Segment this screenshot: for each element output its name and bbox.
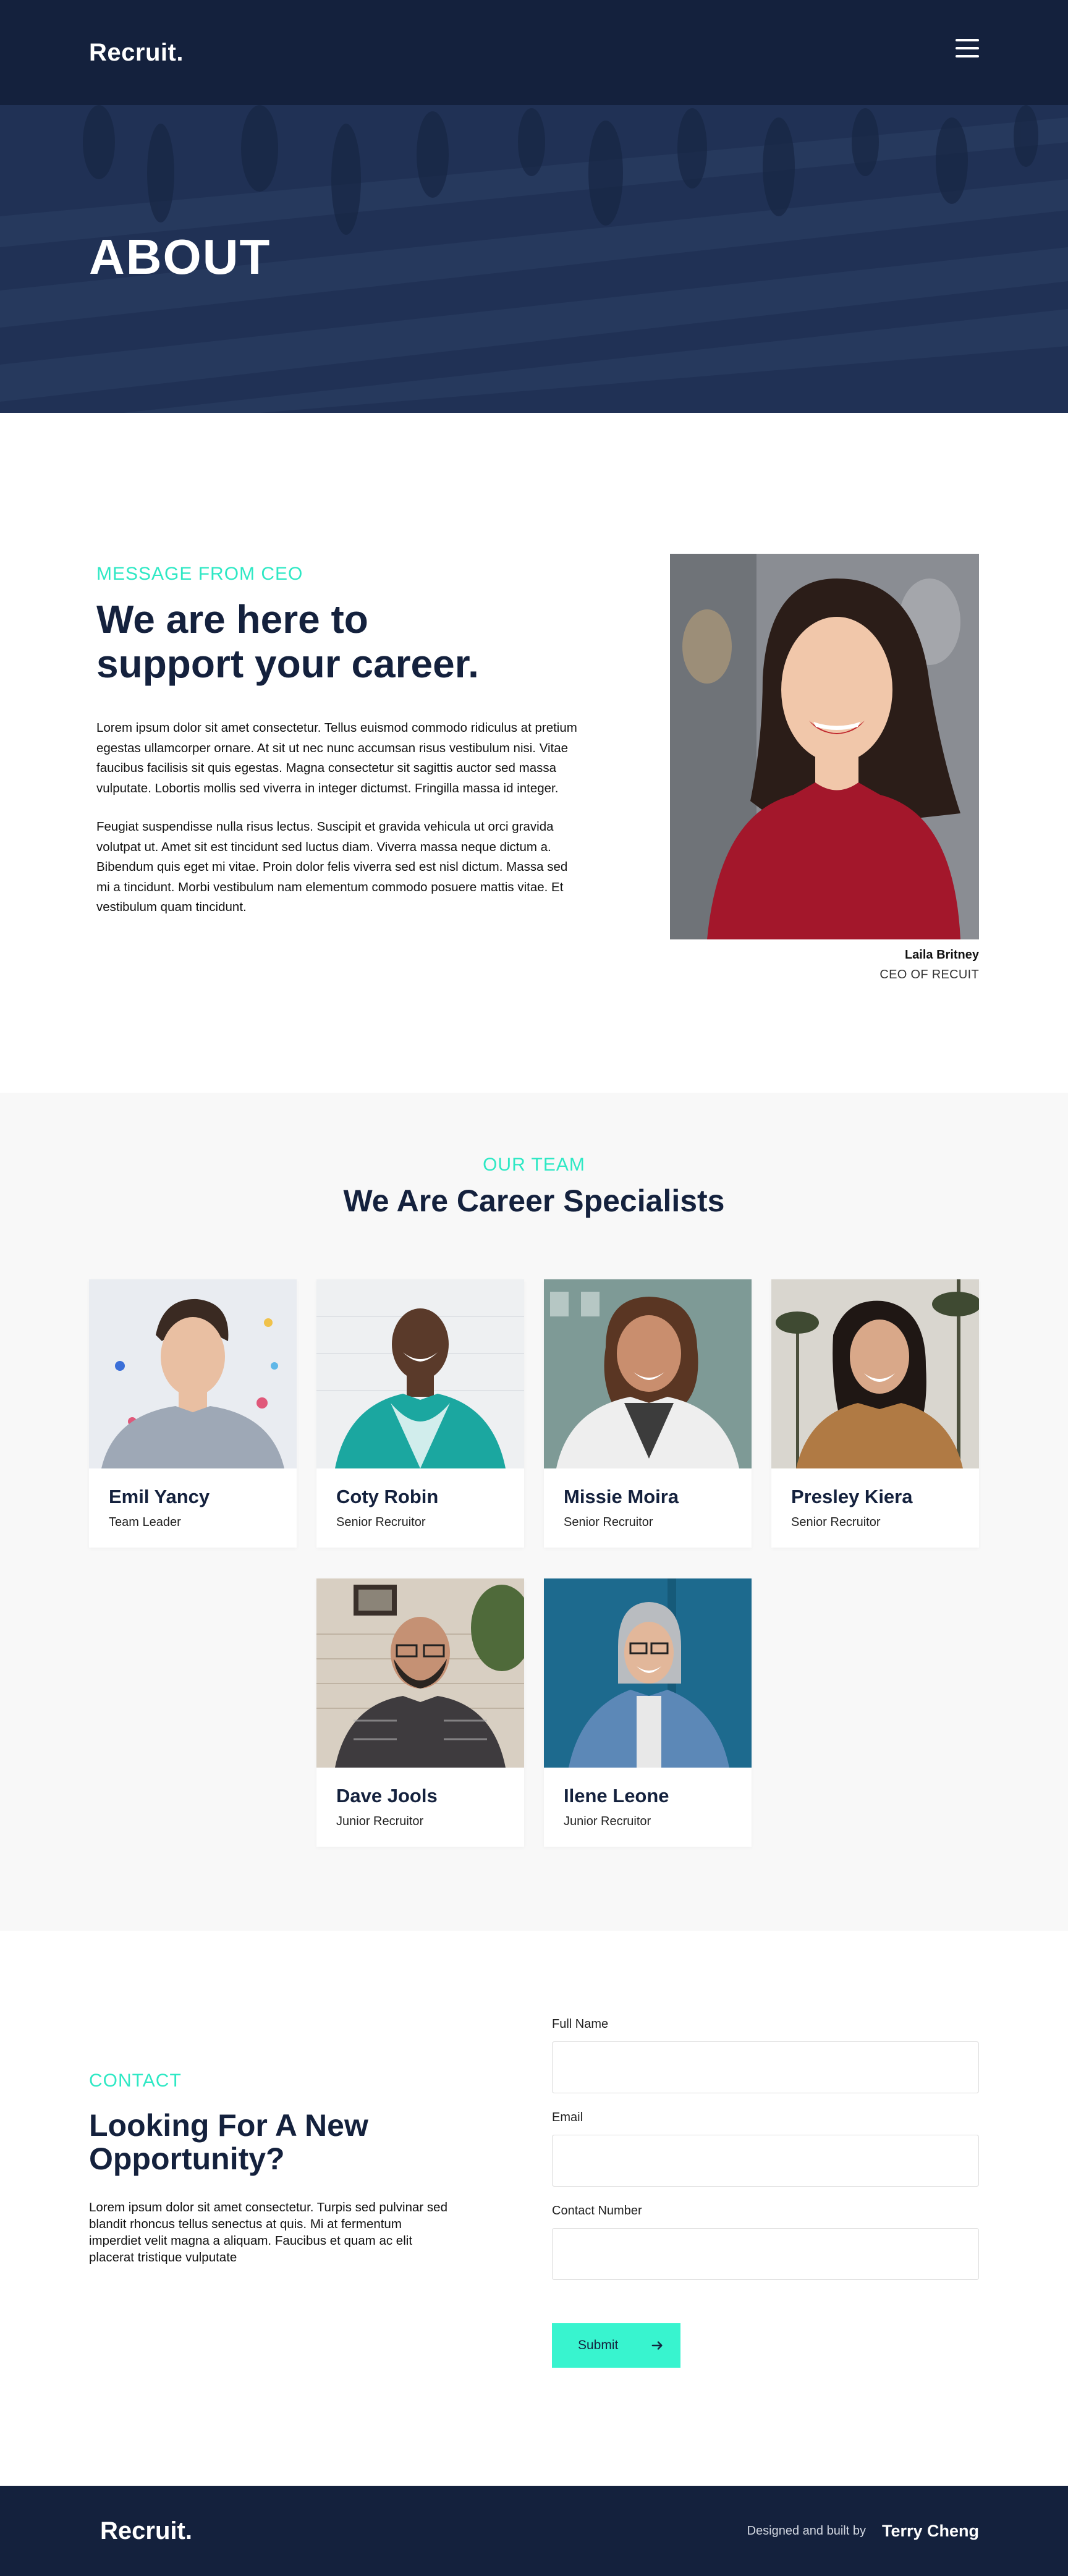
footer-logo[interactable]: Recruit. [100,2517,192,2545]
team-member-photo [89,1279,297,1468]
ceo-photo [670,554,979,939]
team-member-name: Missie Moira [564,1486,679,1507]
full-name-group: Full Name [552,2017,979,2093]
footer-credit-block: Designed and built by Terry Cheng [747,2522,979,2541]
team-member-name: Presley Kiera [791,1486,913,1507]
ceo-message-text: MESSAGE FROM CEO We are here to support … [96,564,578,918]
hero-banner: ABOUT [0,105,1068,413]
team-member-card[interactable]: Ilene Leone Junior Recruitor [544,1578,752,1847]
team-member-name: Dave Jools [336,1785,438,1807]
submit-label: Submit [578,2338,619,2352]
team-member-name: Ilene Leone [564,1785,669,1807]
team-member-name: Coty Robin [336,1486,439,1507]
ceo-paragraph-1: Lorem ipsum dolor sit amet consectetur. … [96,721,577,795]
top-navbar: Recruit. [0,0,1068,105]
contact-number-label: Contact Number [552,2204,642,2218]
section-eyebrow: MESSAGE FROM CEO [96,564,303,584]
team-heading: We Are Career Specialists [343,1184,725,1218]
contact-paragraph: Lorem ipsum dolor sit amet consectetur. … [89,2200,447,2265]
contact-form: Full Name Email Contact Number Submit [552,2017,979,2368]
team-section: OUR TEAM We Are Career Specialists Emil … [0,1093,1068,1931]
ceo-name: Laila Britney [904,948,979,962]
footer-credit-text: Designed and built by [747,2523,866,2538]
contact-heading-line2: Opportunity? [89,2142,285,2176]
full-name-input[interactable] [552,2041,979,2093]
email-label: Email [552,2111,583,2124]
team-member-role: Senior Recruitor [791,1515,881,1529]
email-input[interactable] [552,2135,979,2187]
team-member-name: Emil Yancy [109,1486,210,1507]
page-title: ABOUT [89,229,271,284]
team-member-card[interactable]: Dave Jools Junior Recruitor [316,1578,524,1847]
section-eyebrow: OUR TEAM [483,1155,585,1175]
arrow-right-icon [651,2341,663,2350]
team-member-card[interactable]: Presley Kiera Senior Recruitor [771,1279,979,1548]
contact-heading-line1: Looking For A New [89,2108,368,2143]
team-member-role: Senior Recruitor [336,1515,426,1529]
team-member-card[interactable]: Emil Yancy Team Leader [89,1279,297,1548]
hamburger-menu-icon[interactable] [956,39,979,57]
ceo-heading: We are here to support your career. [96,597,578,686]
email-group: Email [552,2111,979,2187]
ceo-heading-line2: support your career. [96,642,479,686]
team-member-photo [544,1279,752,1468]
contact-intro: CONTACT Looking For A New Opportunity? L… [89,2070,447,2266]
team-member-photo [771,1279,979,1468]
footer-author-link[interactable]: Terry Cheng [882,2522,979,2541]
team-member-photo [316,1578,524,1768]
hamburger-bar [956,55,979,57]
hamburger-bar [956,39,979,41]
team-member-photo [544,1578,752,1768]
ceo-heading-line1: We are here to [96,597,368,642]
team-member-card[interactable]: Coty Robin Senior Recruitor [316,1279,524,1548]
site-footer: Recruit. Designed and built by Terry Che… [0,2486,1068,2576]
team-member-card[interactable]: Missie Moira Senior Recruitor [544,1279,752,1548]
team-member-photo [316,1279,524,1468]
contact-number-group: Contact Number [552,2204,979,2280]
team-member-role: Team Leader [109,1515,181,1529]
hamburger-bar [956,47,979,49]
contact-heading: Looking For A New Opportunity? [89,2109,447,2176]
contact-number-input[interactable] [552,2228,979,2280]
team-member-role: Senior Recruitor [564,1515,653,1529]
contact-section: CONTACT Looking For A New Opportunity? L… [0,1931,1068,2486]
submit-button[interactable]: Submit [552,2323,680,2368]
ceo-role: CEO OF RECUIT [879,968,979,981]
team-member-role: Junior Recruitor [564,1815,651,1828]
section-eyebrow: CONTACT [89,2070,182,2091]
ceo-paragraph-2: Feugiat suspendisse nulla risus lectus. … [96,820,568,914]
ceo-message-section: MESSAGE FROM CEO We are here to support … [0,413,1068,1093]
brand-logo[interactable]: Recruit. [89,39,184,67]
full-name-label: Full Name [552,2017,609,2031]
team-member-role: Junior Recruitor [336,1815,424,1828]
